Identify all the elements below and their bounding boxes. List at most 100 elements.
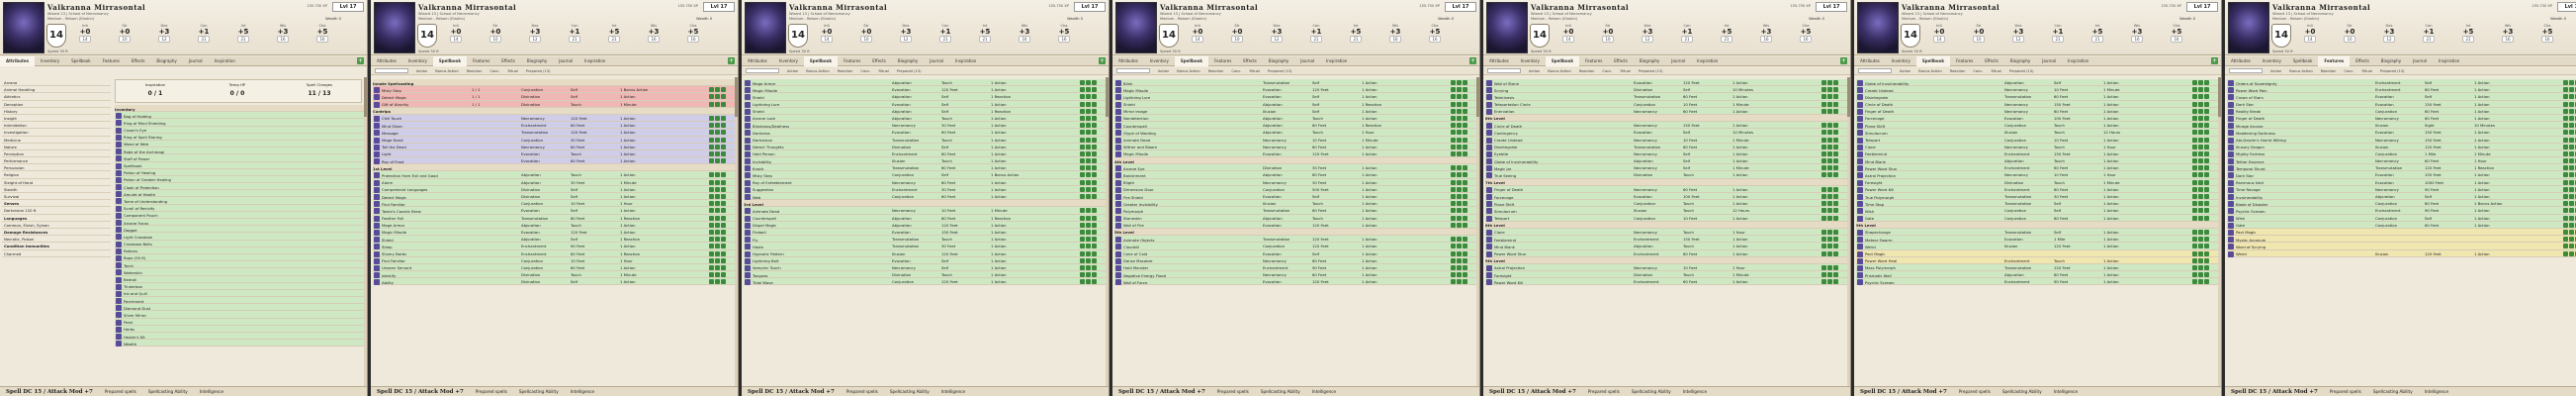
prepare-icon[interactable]: [2563, 208, 2568, 214]
delete-icon[interactable]: [1092, 150, 1097, 156]
prepare-icon[interactable]: [2192, 250, 2197, 256]
prepare-icon[interactable]: [1080, 250, 1085, 256]
delete-icon[interactable]: [2204, 158, 2209, 164]
spell-row[interactable]: Crown of Stars Evocation Self 1 Action: [2227, 93, 2576, 101]
filter-4[interactable]: Ritual: [1245, 67, 1263, 75]
spell-row[interactable]: Disintegrate Transmutation 60 Feet 1 Action: [1485, 143, 1848, 150]
spell-row[interactable]: Stoneskin Abjuration Touch 1 Action: [1114, 214, 1477, 222]
edit-icon[interactable]: [2198, 215, 2203, 221]
skill-row[interactable]: Intimidation: [2, 122, 111, 130]
spell-row[interactable]: Identify Divination Touch 1 Minute: [373, 271, 736, 279]
delete-icon[interactable]: [721, 222, 726, 228]
prepare-icon[interactable]: [709, 101, 714, 107]
delete-icon[interactable]: [721, 250, 726, 256]
armor-class[interactable]: 14: [417, 24, 437, 48]
delete-icon[interactable]: [2204, 244, 2209, 249]
edit-icon[interactable]: [2198, 144, 2203, 149]
section-header[interactable]: 1st Level: [373, 164, 736, 172]
ability-cha[interactable]: Cha +5 16: [1795, 24, 1817, 51]
edit-icon[interactable]: [1086, 137, 1091, 143]
ability-wis[interactable]: Wis +3 16: [1384, 24, 1406, 51]
delete-icon[interactable]: [1833, 108, 1838, 114]
edit-icon[interactable]: [1827, 215, 1832, 221]
search-input[interactable]: [375, 68, 408, 73]
section-header[interactable]: 4th Level: [1114, 157, 1477, 165]
filter-0[interactable]: Action: [2266, 67, 2285, 75]
delete-icon[interactable]: [2204, 123, 2209, 129]
edit-icon[interactable]: [1086, 94, 1091, 100]
prepare-icon[interactable]: [1451, 272, 1456, 278]
edit-icon[interactable]: [2198, 130, 2203, 136]
delete-icon[interactable]: [1092, 172, 1097, 178]
edit-icon[interactable]: [1827, 144, 1832, 149]
inventory-item[interactable]: Crossbow Bolts: [115, 240, 365, 248]
edit-icon[interactable]: [1457, 123, 1462, 129]
tab-effects[interactable]: Effects: [1979, 56, 2004, 66]
inventory-item[interactable]: Amulet of Health: [115, 190, 365, 198]
prepare-icon[interactable]: [1080, 172, 1085, 178]
level-badge[interactable]: Lvl 17: [1816, 2, 1847, 12]
delete-icon[interactable]: [2204, 194, 2209, 199]
ability-cha[interactable]: Cha +5 16: [1424, 24, 1446, 51]
tab-inspiration[interactable]: Inspiration: [209, 56, 241, 66]
add-icon[interactable]: +: [357, 57, 364, 64]
prepare-icon[interactable]: [2563, 229, 2568, 235]
delete-icon[interactable]: [1092, 264, 1097, 270]
spell-row[interactable]: Wither and Bloom Necromancy 60 Feet 1 Actio…: [1114, 143, 1477, 150]
ability-score[interactable]: 16: [2131, 36, 2143, 43]
scroll-thumb[interactable]: [1847, 77, 1850, 117]
tab-features[interactable]: Features: [1950, 56, 1979, 66]
edit-icon[interactable]: [715, 244, 720, 249]
level-badge[interactable]: Lvl 17: [2557, 2, 2576, 12]
spell-row[interactable]: Gate Conjuration 60 Feet 1 Action: [2227, 221, 2576, 229]
ability-dex[interactable]: Dex +3 12: [524, 24, 546, 51]
prepare-icon[interactable]: [709, 215, 714, 221]
resource-box[interactable]: Spell Charges 11 / 13: [280, 82, 359, 97]
skill-row[interactable]: Medicine: [2, 137, 111, 144]
filter-3[interactable]: Conc.: [1227, 67, 1245, 75]
edit-icon[interactable]: [2569, 144, 2574, 149]
filter-5[interactable]: Prepared (13): [2005, 67, 2038, 75]
ability-wis[interactable]: Wis +3 16: [1014, 24, 1035, 51]
edit-icon[interactable]: [1086, 244, 1091, 249]
spell-row[interactable]: Forcecage Evocation 100 Feet 1 Action: [1485, 193, 1848, 201]
spell-row[interactable]: Lightning Bolt Evocation Self 1 Action: [744, 256, 1107, 264]
ability-int[interactable]: Int +5 21: [2457, 24, 2479, 51]
spell-row[interactable]: Counterspell Abjuration 60 Feet 1 Reaction: [1114, 122, 1477, 130]
spell-row[interactable]: Detect Thoughts Divination Self 1 Action: [744, 143, 1107, 150]
delete-icon[interactable]: [1092, 137, 1097, 143]
prepare-icon[interactable]: [709, 172, 714, 178]
inventory-item[interactable]: Tinderbox: [115, 282, 365, 290]
ability-init[interactable]: Init +0 14: [1187, 24, 1208, 51]
delete-icon[interactable]: [721, 87, 726, 93]
prepare-icon[interactable]: [1821, 279, 1826, 285]
edit-icon[interactable]: [1827, 264, 1832, 270]
spell-row[interactable]: Time Ravage Necromancy 90 Feet 1 Action: [2227, 185, 2576, 193]
delete-icon[interactable]: [2204, 215, 2209, 221]
section-header[interactable]: 9th Level: [1856, 221, 2219, 229]
delete-icon[interactable]: [721, 194, 726, 199]
tab-effects[interactable]: Effects: [495, 56, 521, 66]
delete-icon[interactable]: [1833, 264, 1838, 270]
ability-select[interactable]: Intelligence: [1677, 387, 1713, 396]
level-badge[interactable]: Lvl 17: [1445, 2, 1476, 12]
ability-dex[interactable]: Dex +3 12: [2007, 24, 2029, 51]
spell-row[interactable]: Wall of Force Evocation 120 Feet 1 Action: [1114, 278, 1477, 286]
prepare-icon[interactable]: [1451, 222, 1456, 228]
spell-row[interactable]: Dark Star Evocation 150 Feet 1 Action: [2227, 100, 2576, 108]
prepare-icon[interactable]: [2192, 115, 2197, 121]
prepare-icon[interactable]: [709, 94, 714, 100]
ability-str[interactable]: Str +0 10: [485, 24, 506, 51]
delete-icon[interactable]: [1092, 244, 1097, 249]
edit-icon[interactable]: [715, 194, 720, 199]
edit-icon[interactable]: [1827, 279, 1832, 285]
prepare-icon[interactable]: [1080, 244, 1085, 249]
delete-icon[interactable]: [1463, 165, 1467, 171]
prepare-icon[interactable]: [2192, 201, 2197, 207]
prepare-icon[interactable]: [709, 115, 714, 121]
edit-icon[interactable]: [2569, 222, 2574, 228]
delete-icon[interactable]: [1833, 87, 1838, 93]
inventory-item[interactable]: Ink and Quill: [115, 289, 365, 298]
ability-cha[interactable]: Cha +5 16: [2166, 24, 2187, 51]
search-input[interactable]: [2229, 68, 2263, 73]
